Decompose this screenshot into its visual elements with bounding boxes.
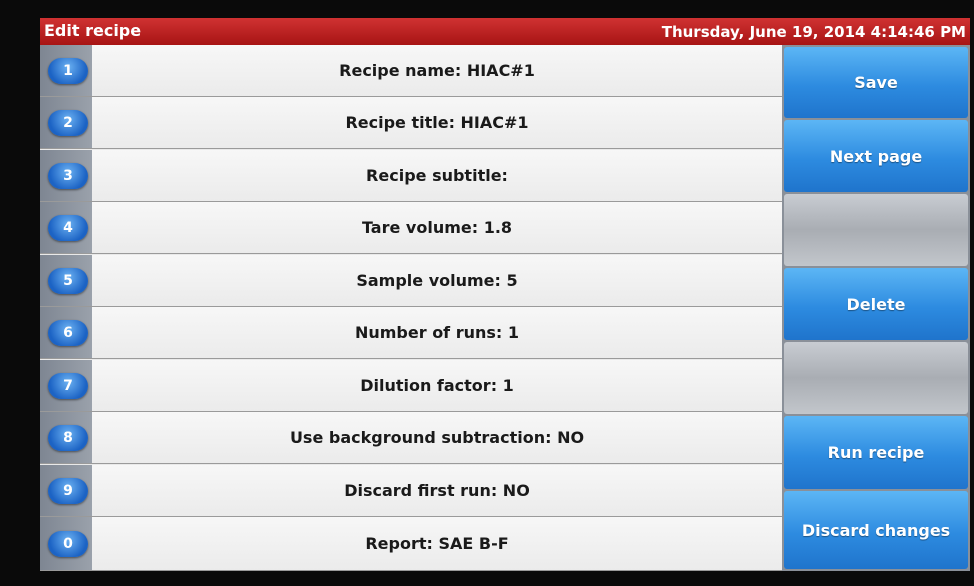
field-row-sample-volume[interactable]: 5 Sample volume: 5 [40, 255, 782, 307]
field-label: Recipe title: HIAC#1 [345, 113, 529, 132]
field-row-report[interactable]: 0 Report: SAE B-F [40, 517, 782, 571]
run-recipe-button[interactable]: Run recipe [784, 416, 968, 489]
number-badge[interactable]: 6 [48, 319, 88, 346]
field-row-recipe-name[interactable]: 1 Recipe name: HIAC#1 [40, 45, 782, 97]
number-badge[interactable]: 3 [48, 162, 88, 189]
title-bar: Edit recipe Thursday, June 19, 2014 4:14… [40, 18, 970, 45]
datetime-display: Thursday, June 19, 2014 4:14:46 PM [661, 23, 966, 41]
field-row-tare-volume[interactable]: 4 Tare volume: 1.8 [40, 202, 782, 254]
number-badge[interactable]: 8 [48, 424, 88, 451]
delete-button[interactable]: Delete [784, 268, 968, 340]
field-list: 1 Recipe name: HIAC#1 2 Recipe title: HI… [40, 45, 782, 571]
field-label: Number of runs: 1 [354, 323, 520, 342]
next-page-button[interactable]: Next page [784, 120, 968, 192]
number-badge[interactable]: 5 [48, 267, 88, 294]
field-row-recipe-subtitle[interactable]: 3 Recipe subtitle: [40, 150, 782, 202]
discard-changes-button[interactable]: Discard changes [784, 491, 968, 569]
field-label: Sample volume: 5 [356, 271, 518, 290]
number-badge[interactable]: 2 [48, 109, 88, 136]
field-row-background-subtraction[interactable]: 8 Use background subtraction: NO [40, 412, 782, 464]
number-badge[interactable]: 7 [48, 372, 88, 399]
field-label: Report: SAE B-F [365, 534, 509, 553]
field-label: Dilution factor: 1 [360, 376, 514, 395]
field-row-recipe-title[interactable]: 2 Recipe title: HIAC#1 [40, 97, 782, 149]
field-row-dilution-factor[interactable]: 7 Dilution factor: 1 [40, 360, 782, 412]
action-sidebar: Save Next page Delete Run recipe Discard… [782, 45, 970, 571]
field-label: Recipe subtitle: [366, 166, 508, 185]
number-badge[interactable]: 1 [48, 57, 88, 84]
number-badge[interactable]: 0 [48, 530, 88, 557]
blank-button-1[interactable] [784, 194, 968, 266]
touch-screen: Edit recipe Thursday, June 19, 2014 4:14… [40, 18, 970, 571]
field-label: Use background subtraction: NO [289, 428, 585, 447]
field-label: Tare volume: 1.8 [361, 218, 513, 237]
field-row-discard-first-run[interactable]: 9 Discard first run: NO [40, 465, 782, 517]
blank-button-2[interactable] [784, 342, 968, 414]
field-label: Recipe name: HIAC#1 [339, 61, 535, 80]
field-label: Discard first run: NO [344, 481, 530, 500]
number-badge[interactable]: 9 [48, 477, 88, 504]
field-row-number-of-runs[interactable]: 6 Number of runs: 1 [40, 307, 782, 359]
number-badge[interactable]: 4 [48, 214, 88, 241]
save-button[interactable]: Save [784, 47, 968, 118]
page-title: Edit recipe [44, 21, 142, 40]
